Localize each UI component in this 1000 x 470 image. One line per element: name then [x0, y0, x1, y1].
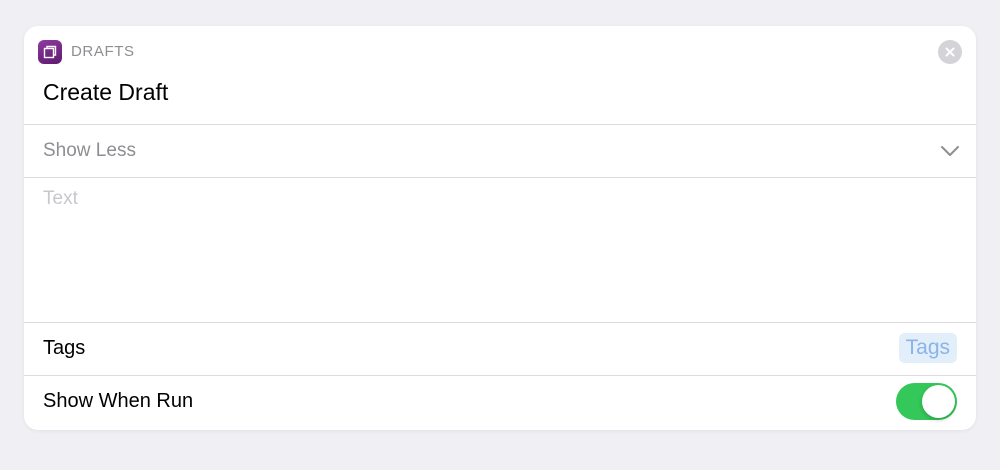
- toggle-knob: [922, 385, 955, 418]
- show-less-row[interactable]: Show Less: [24, 125, 976, 178]
- show-less-label: Show Less: [43, 140, 136, 161]
- text-parameter: [24, 178, 976, 323]
- action-header: DRAFTS Create Draft: [24, 26, 976, 125]
- close-button[interactable]: [938, 40, 962, 64]
- tags-token[interactable]: Tags: [898, 333, 957, 363]
- tags-row: Tags Tags: [24, 323, 976, 376]
- tags-label: Tags: [43, 337, 86, 359]
- close-icon: [945, 47, 955, 57]
- show-when-run-toggle[interactable]: [896, 383, 957, 420]
- action-title: Create Draft: [43, 79, 169, 105]
- drafts-app-icon: [38, 40, 62, 64]
- show-when-run-row: Show When Run: [24, 376, 976, 428]
- action-card: DRAFTS Create Draft Show Less Tags Tags …: [24, 26, 976, 430]
- show-when-run-label: Show When Run: [43, 390, 194, 412]
- text-input[interactable]: [43, 188, 953, 308]
- app-name: DRAFTS: [71, 43, 135, 60]
- chevron-down-icon: [941, 146, 959, 156]
